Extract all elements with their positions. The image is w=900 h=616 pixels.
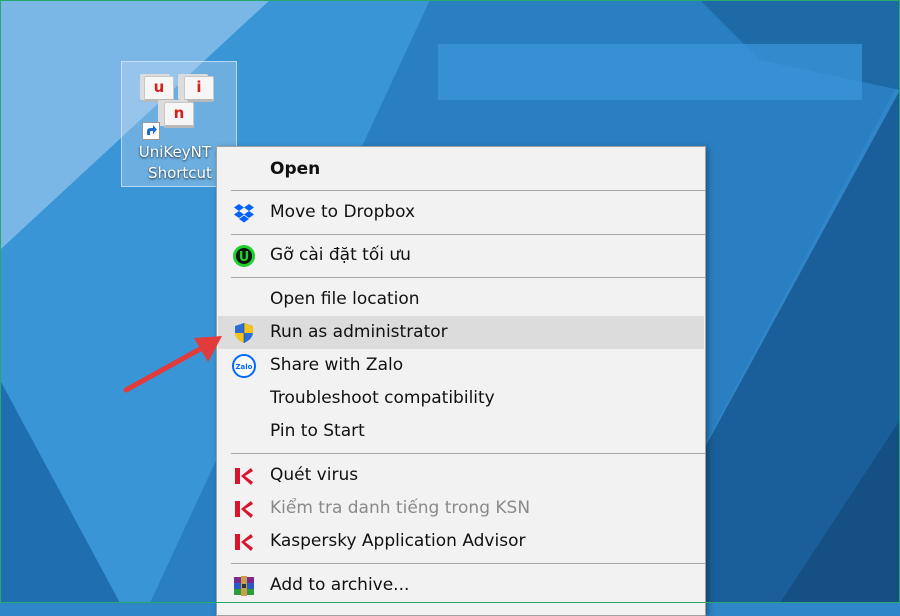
menu-item-pin-to-start[interactable]: Pin to Start bbox=[218, 415, 704, 448]
menu-separator bbox=[231, 453, 705, 454]
menu-item-share-with-zalo[interactable]: Zalo Share with Zalo bbox=[218, 349, 704, 382]
menu-item-label: Kaspersky Application Advisor bbox=[270, 531, 526, 551]
menu-item-open-file-location[interactable]: Open file location bbox=[218, 283, 704, 316]
menu-item-move-to-dropbox[interactable]: Move to Dropbox bbox=[218, 196, 704, 229]
kaspersky-icon bbox=[232, 497, 256, 521]
menu-item-scan-virus[interactable]: Quét virus bbox=[218, 459, 704, 492]
menu-item-check-ksn-reputation[interactable]: Kiểm tra danh tiếng trong KSN bbox=[218, 492, 704, 525]
menu-item-label: Open file location bbox=[270, 289, 420, 309]
menu-item-label: Troubleshoot compatibility bbox=[270, 388, 495, 408]
menu-separator bbox=[231, 277, 705, 278]
kaspersky-icon bbox=[232, 530, 256, 554]
uninstaller-icon: U bbox=[232, 244, 256, 268]
menu-item-kaspersky-app-advisor[interactable]: Kaspersky Application Advisor bbox=[218, 525, 704, 558]
zalo-icon: Zalo bbox=[232, 354, 256, 378]
kaspersky-icon bbox=[232, 464, 256, 488]
winrar-icon bbox=[232, 574, 256, 598]
menu-item-label: Run as administrator bbox=[270, 322, 448, 342]
key-i: i bbox=[184, 76, 214, 102]
menu-item-open[interactable]: Open bbox=[218, 153, 704, 186]
red-pointer-arrow-icon bbox=[123, 336, 222, 393]
menu-separator bbox=[231, 234, 705, 235]
menu-item-label: Kiểm tra danh tiếng trong KSN bbox=[270, 498, 531, 518]
shortcut-overlay-icon bbox=[142, 122, 160, 140]
menu-item-add-to-archive[interactable]: Add to archive... bbox=[218, 569, 704, 602]
svg-text:U: U bbox=[239, 250, 250, 265]
menu-item-label: Move to Dropbox bbox=[270, 202, 416, 222]
svg-text:Zalo: Zalo bbox=[235, 363, 252, 371]
menu-item-label: Open bbox=[270, 159, 321, 179]
menu-item-label: Pin to Start bbox=[270, 421, 365, 441]
key-u: u bbox=[144, 76, 174, 102]
menu-separator bbox=[231, 190, 705, 191]
menu-item-run-as-administrator[interactable]: Run as administrator bbox=[218, 316, 704, 349]
menu-item-label: Share with Zalo bbox=[270, 355, 404, 375]
uac-shield-icon bbox=[232, 321, 256, 345]
context-menu: Open Move to Dropbox U Gỡ cài đặt tối ưu bbox=[216, 146, 706, 616]
key-n: n bbox=[164, 102, 194, 128]
dropbox-icon bbox=[232, 201, 256, 225]
menu-item-label: Gỡ cài đặt tối ưu bbox=[270, 245, 411, 265]
menu-item-label: Quét virus bbox=[270, 465, 359, 485]
menu-item-troubleshoot-compatibility[interactable]: Troubleshoot compatibility bbox=[218, 382, 704, 415]
unikey-app-icon: u i n bbox=[136, 70, 216, 142]
menu-separator bbox=[231, 563, 705, 564]
menu-item-uninstall-optimized[interactable]: U Gỡ cài đặt tối ưu bbox=[218, 239, 704, 272]
menu-item-label: Add to archive... bbox=[270, 575, 410, 595]
